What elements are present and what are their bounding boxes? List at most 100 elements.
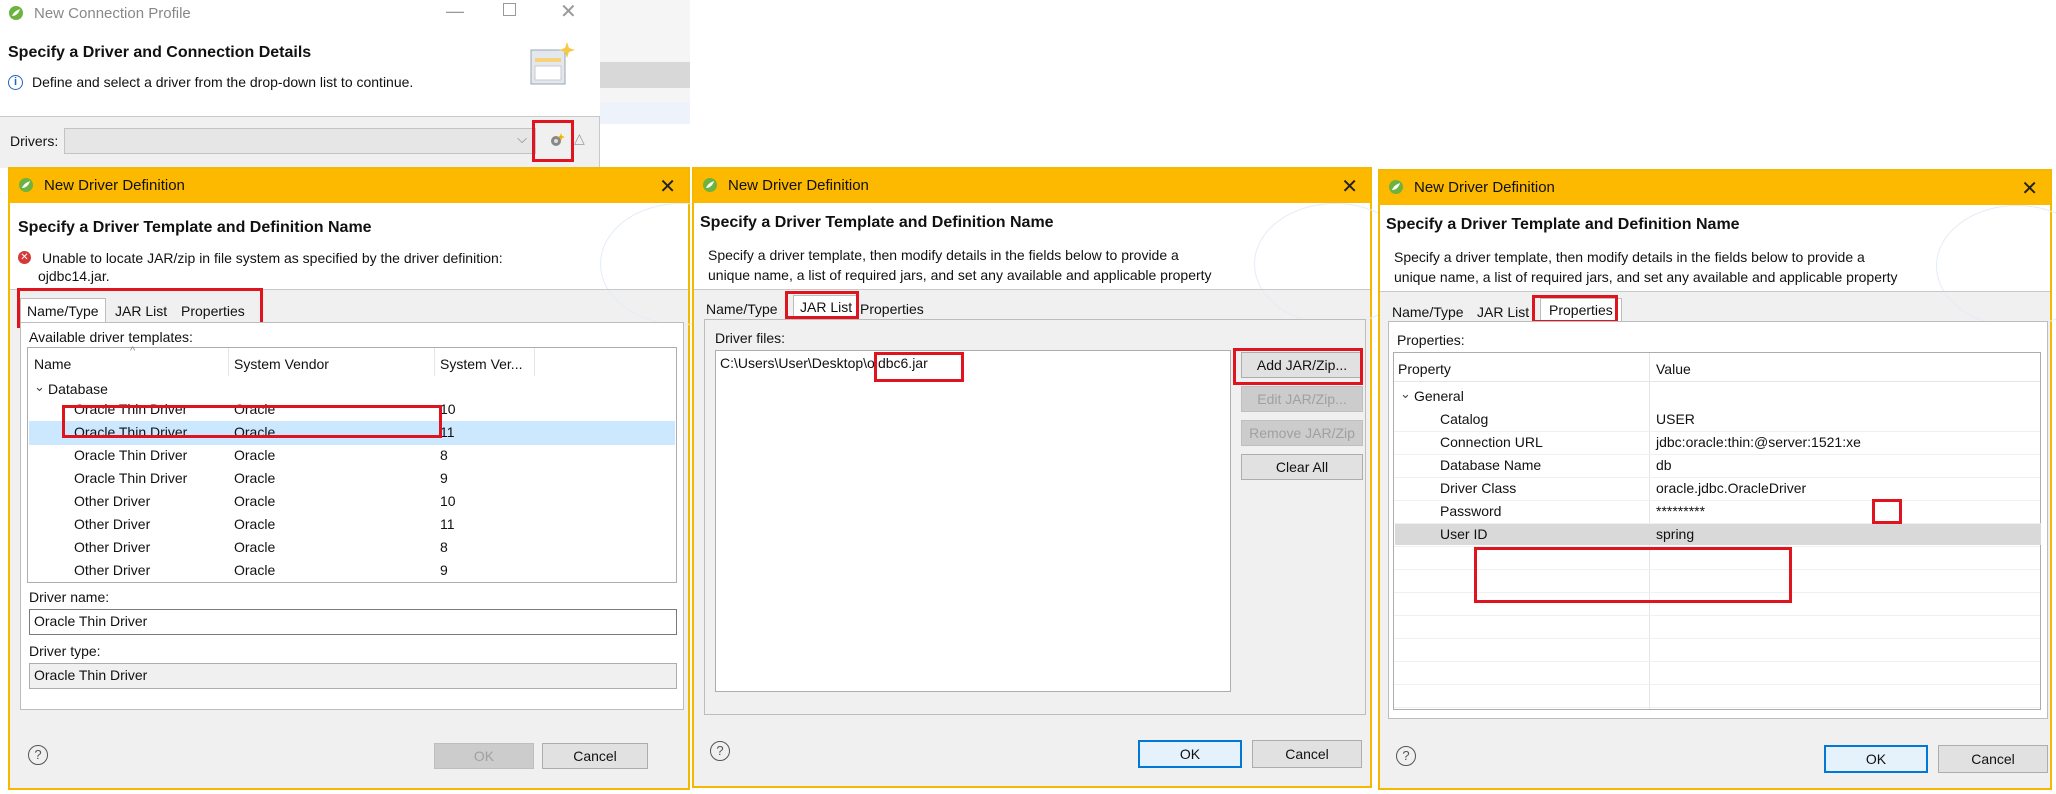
driver-name-label: Driver name: — [29, 589, 110, 605]
dialog1-title: New Driver Definition — [44, 177, 185, 194]
tab-jar-list[interactable]: JAR List — [1477, 304, 1529, 320]
driver-template-vendor: Oracle — [234, 493, 276, 509]
banner-swirl-decoration — [1936, 205, 2056, 327]
sort-ascending-icon: ^ — [130, 345, 136, 357]
table-row[interactable]: Password ********* — [1394, 501, 2040, 524]
column-divider — [228, 348, 229, 376]
table-row[interactable]: Driver Class oracle.jdbc.OracleDriver — [1394, 478, 2040, 501]
edit-driver-icon[interactable]: △ — [574, 130, 585, 147]
property-name: Catalog — [1440, 411, 1489, 427]
driver-files-list[interactable]: C:\Users\User\Desktop\ojdbc6.jar — [715, 350, 1231, 692]
property-value[interactable]: USER — [1656, 411, 1695, 427]
ok-button[interactable]: OK — [434, 743, 534, 769]
column-version[interactable]: System Ver... — [440, 356, 522, 372]
close-icon[interactable]: ✕ — [1341, 174, 1358, 199]
property-value[interactable]: spring — [1656, 526, 1694, 542]
help-icon[interactable]: ? — [710, 741, 730, 761]
chevron-down-icon[interactable]: ⌄ — [1400, 386, 1411, 402]
driver-name-field[interactable]: Oracle Thin Driver — [29, 609, 677, 635]
table-row[interactable]: Other Driver Oracle 10 — [28, 491, 674, 513]
driver-template-vendor: Oracle — [234, 539, 276, 555]
table-row[interactable]: Catalog USER — [1394, 409, 2040, 432]
table-row[interactable]: Oracle Thin Driver Oracle 11 — [28, 422, 674, 444]
templates-label: Available driver templates: — [29, 329, 193, 345]
cancel-button[interactable]: Cancel — [1252, 740, 1362, 768]
dialog3-message-line1: Specify a driver template, then modify d… — [1394, 249, 1865, 265]
dialog2-message-line1: Specify a driver template, then modify d… — [708, 247, 1179, 263]
tab-properties[interactable]: Properties — [860, 301, 924, 317]
driver-template-vendor: Oracle — [234, 562, 276, 578]
close-icon[interactable]: ✕ — [560, 0, 577, 24]
close-icon[interactable]: ✕ — [659, 174, 676, 199]
properties-table[interactable]: Property Value ⌄ General Catalog USER Conn… — [1393, 352, 2041, 731]
tab-name-type[interactable]: Name/Type — [20, 298, 106, 324]
dialog2-banner-title: Specify a Driver Template and Definition… — [700, 214, 1054, 231]
remove-jar-button[interactable]: Remove JAR/Zip — [1241, 420, 1363, 446]
column-name[interactable]: Name — [34, 356, 71, 372]
drivers-dropdown[interactable]: ⌵ — [64, 128, 536, 154]
tab-name-type[interactable]: Name/Type — [706, 301, 778, 317]
property-name: Database Name — [1440, 457, 1542, 473]
cancel-button[interactable]: Cancel — [1938, 745, 2048, 773]
background-strip-band — [600, 62, 690, 88]
spring-app-icon — [9, 6, 23, 20]
driver-template-version: 9 — [440, 562, 448, 578]
info-icon: i — [8, 75, 23, 90]
driver-template-vendor: Oracle — [234, 424, 276, 440]
tab-properties[interactable]: Properties — [1540, 298, 1622, 322]
close-icon[interactable]: ✕ — [2021, 176, 2038, 201]
property-value[interactable]: db — [1656, 457, 1672, 473]
table-row[interactable]: Oracle Thin Driver Oracle 10 — [28, 399, 674, 421]
property-value[interactable]: ********* — [1656, 503, 1705, 519]
dialog3-tab-content: Properties: Property Value ⌄ General Cat… — [1388, 321, 2048, 731]
help-icon[interactable]: ? — [28, 745, 48, 765]
chevron-down-icon[interactable]: ⌄ — [34, 379, 45, 395]
dialog1-banner: Specify a Driver Template and Definition… — [10, 203, 762, 325]
column-property[interactable]: Property — [1398, 361, 1451, 377]
table-row[interactable]: Oracle Thin Driver Oracle 8 — [28, 445, 674, 467]
ok-button[interactable]: OK — [1138, 740, 1242, 768]
minimize-icon[interactable]: — — [446, 1, 464, 22]
table-row[interactable]: Database Name db — [1394, 455, 2040, 478]
new-driver-definition-icon[interactable] — [548, 131, 566, 149]
add-jar-button[interactable]: Add JAR/Zip... — [1241, 352, 1363, 378]
driver-template-version: 10 — [440, 401, 456, 417]
help-icon[interactable]: ? — [1396, 746, 1416, 766]
drivers-label: Drivers: — [10, 133, 59, 149]
tree-category-database[interactable]: Database — [48, 381, 108, 397]
dialog1-banner-divider — [10, 289, 688, 290]
connection-profile-titlebar: New Connection Profile — ✕ — [0, 0, 600, 28]
driver-type-field: Oracle Thin Driver — [29, 663, 677, 689]
table-row[interactable]: Other Driver Oracle 8 — [28, 537, 674, 559]
table-row[interactable]: User ID spring — [1394, 524, 2040, 547]
dialog2-tab-content: Driver files: C:\Users\User\Desktop\ojdb… — [704, 319, 1366, 715]
templates-table[interactable]: Name ^ System Vendor System Ver... ⌄ Dat… — [27, 345, 677, 583]
table-row[interactable]: Other Driver Oracle 9 — [28, 560, 674, 582]
maximize-icon[interactable] — [503, 3, 516, 16]
tab-properties[interactable]: Properties — [181, 303, 245, 319]
clear-all-button[interactable]: Clear All — [1241, 454, 1363, 480]
column-vendor[interactable]: System Vendor — [234, 356, 329, 372]
property-value[interactable]: jdbc:oracle:thin:@server:1521:xe — [1656, 434, 1861, 450]
dialog1-error-message: Unable to locate JAR/zip in file system … — [42, 250, 503, 266]
ok-button[interactable]: OK — [1824, 745, 1928, 773]
column-value[interactable]: Value — [1656, 361, 1691, 377]
driver-template-name: Other Driver — [74, 539, 151, 555]
cancel-button[interactable]: Cancel — [542, 743, 648, 769]
table-row[interactable]: Connection URL jdbc:oracle:thin:@server:1… — [1394, 432, 2040, 455]
dialog3-title: New Driver Definition — [1414, 179, 1555, 196]
driver-file-path[interactable]: C:\Users\User\Desktop\ojdbc6.jar — [720, 355, 928, 371]
dialog2-message-line2: unique name, a list of required jars, an… — [708, 267, 1212, 283]
tab-jar-list[interactable]: JAR List — [793, 295, 860, 319]
tab-name-type[interactable]: Name/Type — [1392, 304, 1464, 320]
tab-jar-list[interactable]: JAR List — [115, 303, 167, 319]
driver-template-name: Oracle Thin Driver — [74, 401, 188, 417]
property-group-general[interactable]: General — [1414, 388, 1464, 404]
property-value[interactable]: oracle.jdbc.OracleDriver — [1656, 480, 1806, 496]
table-row[interactable]: Other Driver Oracle 11 — [28, 514, 674, 536]
file-path-prefix: C:\Users\User\Desktop\ — [720, 355, 868, 371]
empty-row-line — [1394, 569, 2040, 570]
edit-jar-button[interactable]: Edit JAR/Zip... — [1241, 386, 1363, 412]
dialog2-banner-divider — [694, 289, 1370, 290]
table-row[interactable]: Oracle Thin Driver Oracle 9 — [28, 468, 674, 490]
